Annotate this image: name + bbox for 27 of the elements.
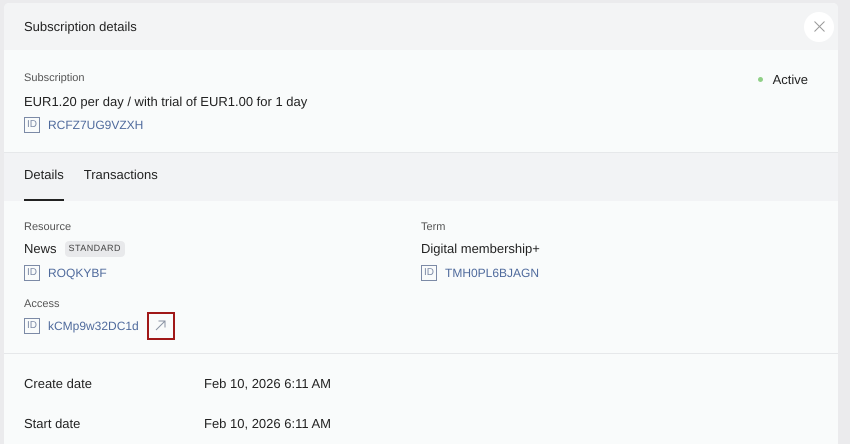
dialog-title: Subscription details (24, 18, 137, 36)
id-link[interactable]: kCMp9w32DC1d (48, 316, 139, 335)
id-tag: ID (24, 117, 40, 134)
external-link-button[interactable] (146, 312, 175, 340)
field-label: Resource (24, 220, 72, 236)
section-label: Subscription (24, 71, 86, 86)
close-icon (814, 21, 824, 32)
date-value: Feb 10, 2026 6:11 AM (204, 375, 331, 394)
arrow-up-right-icon (155, 320, 166, 332)
date-label: Create date (24, 375, 93, 394)
field-label: Access (24, 296, 60, 312)
id-tag: ID (24, 318, 40, 334)
status-text: Active (772, 71, 808, 90)
tab[interactable]: Transactions (84, 164, 158, 202)
field-label: Term (421, 220, 446, 236)
date-value: Feb 10, 2026 6:11 AM (204, 415, 331, 434)
date-label: Start date (24, 415, 82, 434)
tier-badge: STANDARD (64, 241, 125, 257)
field-value: News (24, 240, 57, 258)
id-link[interactable]: RCFZ7UG9VZXH (48, 116, 144, 134)
tab[interactable]: Details (24, 164, 64, 202)
subscription-description: EUR1.20 per day / with trial of EUR1.00 for 1 day (24, 92, 308, 111)
id-link[interactable]: TMH0PL6BJAGN (445, 264, 540, 282)
id-tag: ID (421, 264, 437, 281)
id-link[interactable]: ROQKYBF (48, 264, 107, 282)
field-value: Digital membership+ (421, 240, 540, 258)
id-tag: ID (24, 264, 40, 281)
